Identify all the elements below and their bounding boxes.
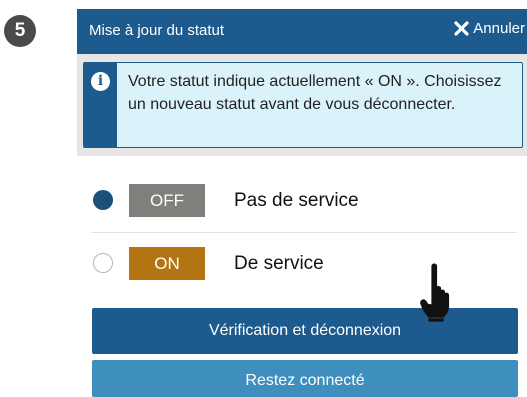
info-circle-icon: i [91,72,110,91]
status-badge-on: ON [129,247,205,280]
info-area: i Votre statut indique actuellement « ON… [77,54,527,156]
option-label-off: Pas de service [234,190,359,211]
close-x-icon [454,21,469,36]
radio-on-unselected[interactable] [93,253,113,273]
info-message: Votre statut indique actuellement « ON »… [128,73,502,113]
info-stripe: i [84,63,117,147]
cancel-button[interactable]: Annuler [454,20,525,37]
radio-off-selected[interactable] [93,190,113,210]
option-divider [91,232,517,233]
dialog-title: Mise à jour du statut [89,22,225,39]
hand-pointer-icon [418,262,458,324]
info-banner: i Votre statut indique actuellement « ON… [83,62,523,148]
stay-connected-button[interactable]: Restez connecté [92,360,518,397]
status-option-off[interactable]: OFF Pas de service [77,172,527,230]
cancel-label: Annuler [473,20,525,37]
status-option-on[interactable]: ON De service [77,235,527,293]
status-update-dialog: Mise à jour du statut Annuler i Votre st… [77,9,527,397]
dialog-header: Mise à jour du statut Annuler [77,9,527,54]
screenshot-page: 5 Mise à jour du statut Annuler i Votre … [0,0,527,397]
step-number-badge: 5 [4,15,36,47]
status-badge-off: OFF [129,184,205,217]
option-label-on: De service [234,253,324,274]
